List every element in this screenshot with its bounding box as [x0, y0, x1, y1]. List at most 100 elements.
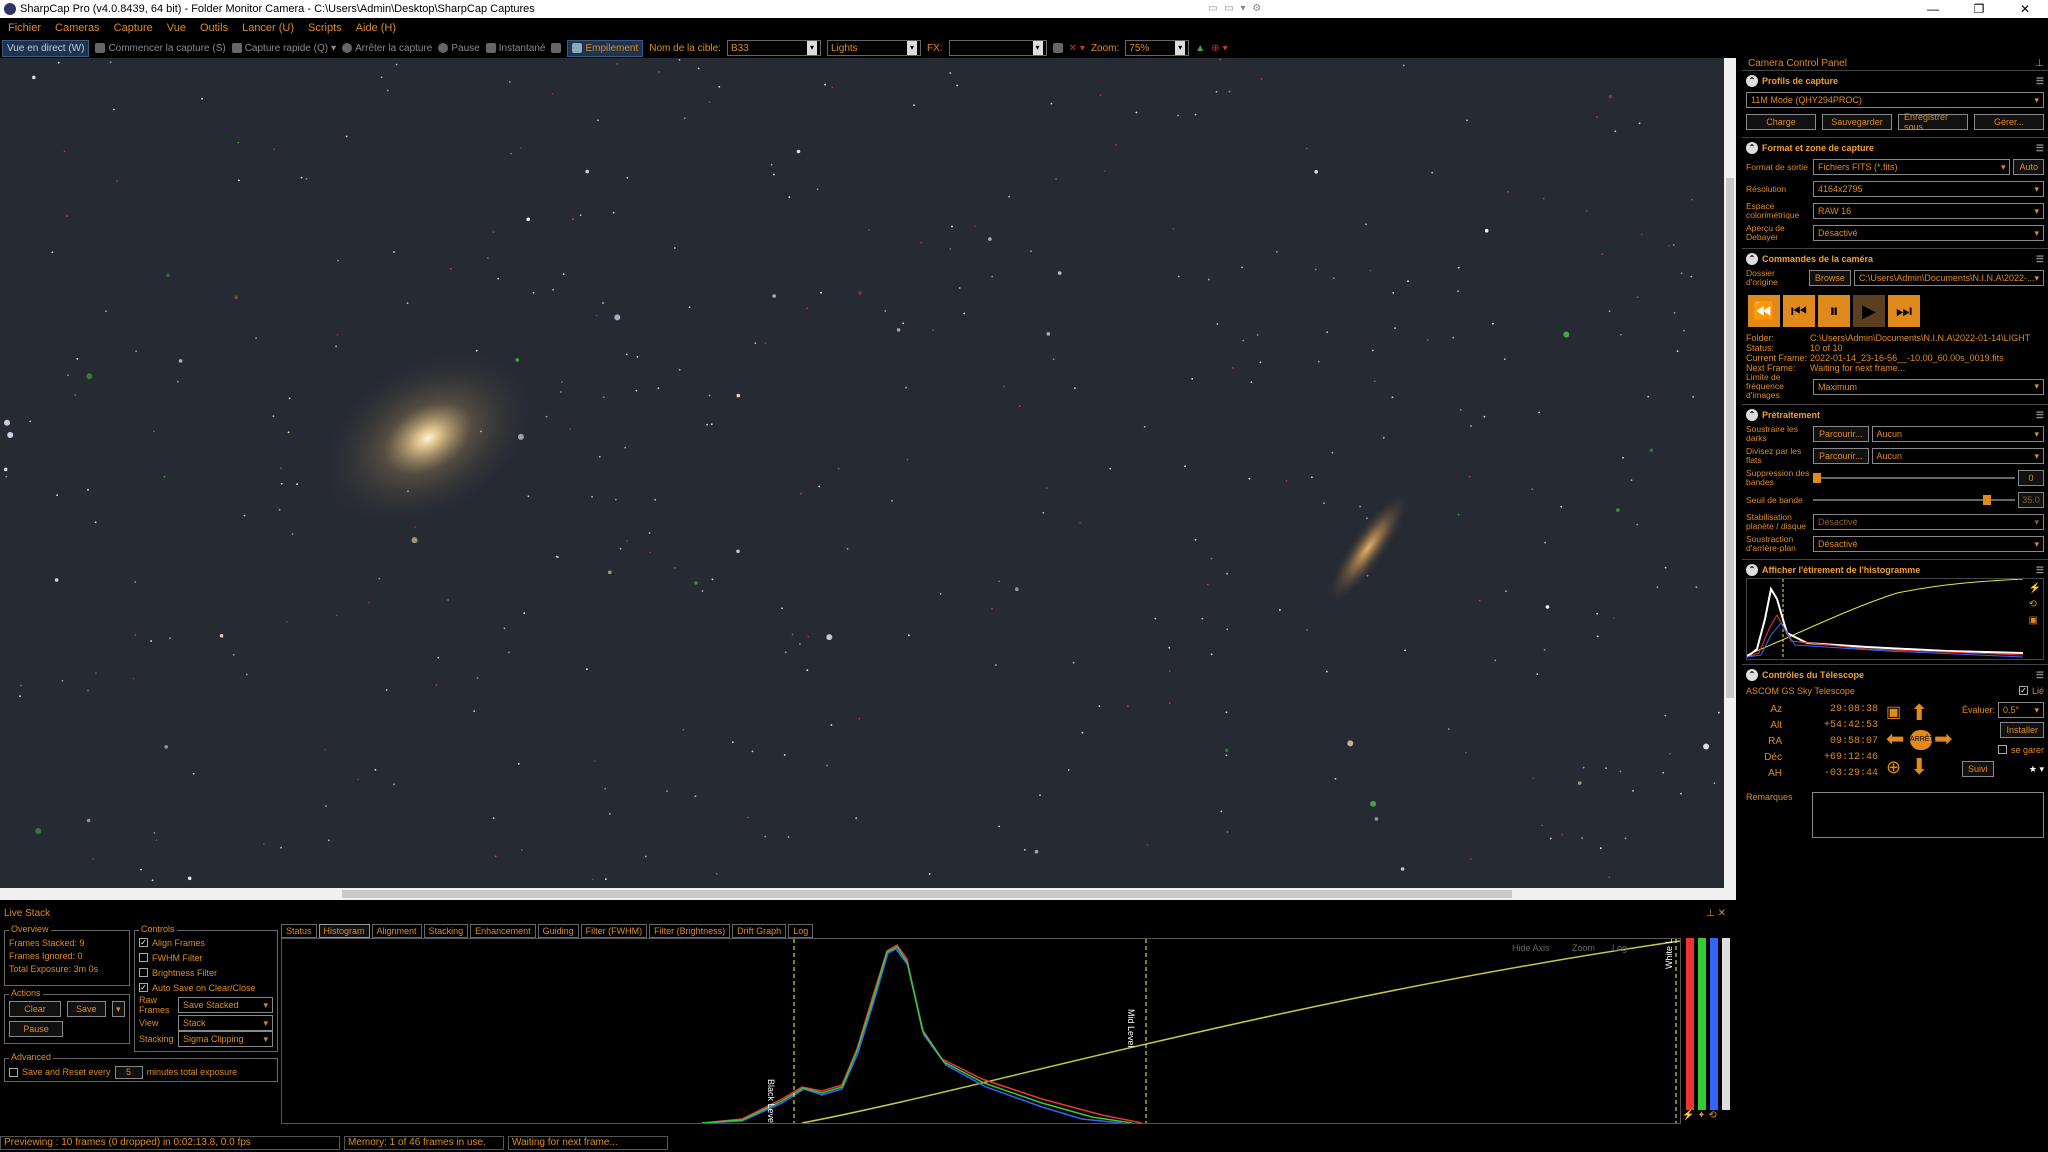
east-arrow-button[interactable]: ➡	[1934, 728, 1952, 750]
slider-tool-icons[interactable]: ⚡ ✦ ⟲	[1682, 1110, 1736, 1124]
tab-filter-brightness[interactable]: Filter (Brightness)	[649, 924, 731, 938]
collapse-icon[interactable]: ⌃	[1746, 669, 1758, 681]
section-header[interactable]: ⌃ Profils de capture ☰	[1746, 73, 2044, 89]
collapse-icon[interactable]: ⌃	[1746, 253, 1758, 265]
magnifier-button[interactable]: ⊕ ▾	[1211, 43, 1227, 54]
stack-histogram[interactable]: Black Level Mid Level White Level Hide A…	[281, 922, 1681, 1125]
target-icon[interactable]: ⊕	[1886, 756, 1901, 778]
horizontal-scrollbar[interactable]	[0, 888, 1736, 900]
last-frame-button[interactable]: ⏭	[1888, 295, 1920, 327]
manage-profiles-button[interactable]: Gérer...	[1974, 114, 2044, 130]
fx-select[interactable]: ▾	[948, 40, 1047, 56]
image-viewer[interactable]	[0, 58, 1724, 888]
menu-cameras[interactable]: Cameras	[55, 22, 100, 34]
pause-button[interactable]: Pause	[438, 43, 480, 54]
section-header[interactable]: ⌃ Format et zone de capture ☰	[1746, 140, 2044, 156]
red-level-slider[interactable]	[1686, 938, 1694, 1110]
play-button[interactable]: ▶	[1853, 295, 1885, 327]
crosshair-button[interactable]: ✕ ▾	[1069, 43, 1085, 54]
stabilization-select[interactable]: Désactivé ▾	[1813, 514, 2044, 530]
tab-drift-graph[interactable]: Drift Graph	[732, 924, 787, 938]
tab-enhancement[interactable]: Enhancement	[470, 924, 536, 938]
collapse-icon[interactable]: ⌃	[1746, 142, 1758, 154]
snapshot-button[interactable]: Instantané	[485, 43, 545, 54]
colorspace-select[interactable]: RAW 16 ▾	[1813, 203, 2044, 219]
slew-rate-select[interactable]: 0.5° ▾	[1998, 702, 2044, 718]
section-header[interactable]: ⌃ Contrôles du Télescope ☰	[1746, 667, 2044, 683]
menu-vue[interactable]: Vue	[167, 22, 186, 34]
quick-capture-button[interactable]: Capture rapide (Q) ▾	[231, 43, 336, 54]
browse-button[interactable]: Browse	[1808, 270, 1851, 286]
histogram-button[interactable]: ▲	[1195, 43, 1205, 54]
park-checkbox[interactable]	[1997, 745, 2007, 754]
quick-access-icons[interactable]: ▭ ▭ ▾ ⚙	[1208, 3, 1263, 14]
brightness-filter-checkbox[interactable]	[139, 968, 148, 977]
fwhm-filter-checkbox[interactable]	[139, 953, 148, 962]
install-button[interactable]: Installer	[2000, 722, 2044, 738]
panel-pin-close-icons[interactable]: ⊥ ✕	[1706, 908, 1726, 922]
output-format-select[interactable]: Fichiers FITS (*.fits) ▾	[1813, 159, 2011, 175]
rewind-button[interactable]: ⏪	[1748, 295, 1780, 327]
banding-slider[interactable]	[1813, 473, 2015, 483]
threshold-value[interactable]: 35.0	[2018, 492, 2044, 508]
scroll-thumb[interactable]	[1726, 178, 1734, 698]
tab-alignment[interactable]: Alignment	[371, 924, 422, 938]
collapse-icon[interactable]: ⌃	[1746, 75, 1758, 87]
vertical-scrollbar[interactable]	[1724, 58, 1736, 888]
minimize-button[interactable]: —	[1910, 2, 1956, 16]
save-reset-checkbox[interactable]	[9, 1067, 18, 1077]
save-button[interactable]: Save	[66, 1001, 106, 1017]
menu-scripts[interactable]: Scripts	[308, 22, 342, 34]
pin-icon[interactable]: ⊥	[2035, 58, 2044, 70]
align-frames-checkbox[interactable]: ✓	[139, 938, 148, 947]
tool-button[interactable]	[551, 43, 562, 53]
north-arrow-button[interactable]: ⬆	[1910, 702, 1928, 724]
menu-capture[interactable]: Capture	[114, 22, 153, 34]
slider-knob[interactable]	[1982, 495, 1991, 505]
minutes-stepper[interactable]: 5	[114, 1065, 143, 1079]
tracking-button[interactable]: Suivi	[1962, 761, 1994, 777]
stop-capture-button[interactable]: Arrêter la capture	[342, 43, 432, 54]
flats-browse-button[interactable]: Parcourir...	[1813, 448, 1869, 464]
luminance-level-slider[interactable]	[1722, 938, 1730, 1110]
goto-icon[interactable]: ▣	[1886, 702, 1901, 724]
blue-level-slider[interactable]	[1710, 938, 1718, 1110]
threshold-slider[interactable]	[1813, 495, 2015, 505]
zoom-select[interactable]: 75% ▾	[1125, 40, 1190, 56]
linked-checkbox[interactable]: ✓	[2018, 686, 2028, 695]
menu-icon[interactable]: ☰	[2036, 143, 2044, 154]
start-capture-button[interactable]: Commencer la capture (S)	[95, 43, 226, 54]
south-arrow-button[interactable]: ⬇	[1910, 756, 1928, 778]
background-subtraction-select[interactable]: Désactivé ▾	[1813, 536, 2044, 552]
star-icon[interactable]: ★ ▾	[2029, 764, 2044, 775]
tab-stacking[interactable]: Stacking	[423, 924, 469, 938]
frame-type-select[interactable]: Lights ▾	[826, 40, 921, 56]
maximize-button[interactable]: ❐	[1956, 2, 2002, 16]
tab-guiding[interactable]: Guiding	[537, 924, 579, 938]
pause-playback-button[interactable]: ⏸	[1818, 295, 1850, 327]
auto-button[interactable]: Auto	[2013, 159, 2044, 175]
banding-value[interactable]: 0	[2018, 470, 2044, 486]
darks-browse-button[interactable]: Parcourir...	[1813, 426, 1869, 442]
tab-log[interactable]: Log	[788, 924, 814, 938]
collapse-icon[interactable]: ⌃	[1746, 409, 1758, 421]
menu-icon[interactable]: ☰	[2036, 410, 2044, 421]
close-button[interactable]: ✕	[2002, 2, 2048, 16]
menu-icon[interactable]: ☰	[2036, 565, 2044, 576]
slider-knob[interactable]	[1813, 473, 1821, 483]
live-view-button[interactable]: Vue en direct (W)	[2, 39, 90, 57]
save-as-profile-button[interactable]: Enregistrer sous	[1898, 112, 1968, 132]
clear-button[interactable]: Clear	[9, 1001, 61, 1017]
view-select[interactable]: Stack ▾	[178, 1015, 273, 1031]
stop-slew-button[interactable]: ARRÊT	[1910, 730, 1934, 750]
menu-outils[interactable]: Outils	[200, 22, 228, 34]
collapse-icon[interactable]: ⌃	[1746, 564, 1758, 576]
histogram-tool-icons[interactable]: ⚡ ⟲ ▣	[2029, 581, 2041, 629]
section-header[interactable]: ⌃ Commandes de la caméra ☰	[1746, 251, 2044, 267]
save-profile-button[interactable]: Sauvegarder	[1822, 114, 1892, 130]
green-level-slider[interactable]	[1698, 938, 1706, 1110]
scroll-thumb[interactable]	[342, 890, 1512, 898]
remarks-textarea[interactable]	[1812, 792, 2044, 838]
folder-select[interactable]: C:\Users\Admin\Documents\N.I.N.A\2022-..…	[1853, 270, 2044, 286]
pause-stack-button[interactable]: Pause	[9, 1021, 63, 1037]
